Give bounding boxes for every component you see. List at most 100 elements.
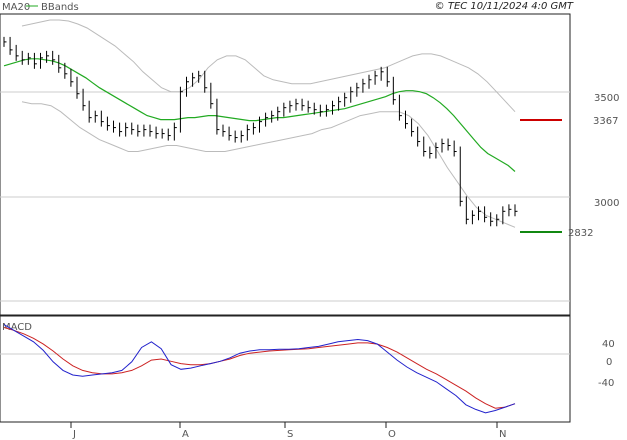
price-bar: [234, 130, 238, 143]
x-tick-label: S: [287, 429, 293, 440]
macd-y-label-40: 40: [602, 339, 615, 350]
macd-lines: [3, 324, 516, 414]
price-bar: [307, 100, 311, 113]
price-bar: [40, 52, 43, 69]
price-bar: [271, 110, 275, 123]
x-axis-ticks: JASON: [70, 422, 506, 440]
x-tick-label: O: [388, 429, 396, 440]
price-bar: [3, 36, 7, 47]
price-bar: [252, 122, 256, 135]
price-bar: [143, 124, 147, 137]
macd-signal-line: [3, 327, 516, 409]
price-bar: [514, 204, 518, 217]
price-bar: [186, 76, 189, 97]
price-bar: [70, 68, 74, 87]
copyright-text: © TEC 10/11/2024 4:0 GMT: [435, 1, 574, 12]
price-bar: [64, 62, 68, 79]
x-tick-label: A: [182, 429, 189, 440]
price-bar: [374, 70, 378, 85]
x-tick-label: N: [499, 429, 506, 440]
macd-panel: [0, 315, 571, 423]
price-bar: [441, 138, 445, 153]
price-bar: [94, 110, 98, 123]
price-bar: [423, 136, 427, 157]
price-bar: [319, 104, 323, 117]
chart-canvas: MA20 BBands © TEC 10/11/2024 4:0 GMT 350…: [0, 1, 619, 440]
price-bar: [15, 44, 19, 61]
price-bar: [429, 146, 433, 159]
price-bar: [447, 138, 451, 151]
price-bar: [113, 120, 116, 133]
price-bar: [161, 128, 165, 139]
price-bar: [259, 116, 262, 133]
price-bars: [3, 36, 518, 227]
macd-y-label-minus40: -40: [598, 378, 614, 389]
price-bar: [368, 74, 372, 89]
price-bar: [192, 72, 196, 87]
price-bar: [100, 110, 104, 127]
price-bar: [295, 98, 299, 111]
price-bar: [362, 78, 366, 93]
price-bar: [490, 212, 494, 227]
price-bar: [265, 112, 269, 127]
price-bar: [125, 122, 129, 137]
price-bar: [210, 82, 214, 109]
price-bar: [471, 210, 475, 225]
price-bar: [350, 86, 354, 103]
price-bar: [173, 122, 177, 141]
price-bar: [46, 50, 50, 63]
price-bar: [301, 98, 305, 111]
legend-ma20: MA20: [2, 2, 30, 13]
price-bar: [131, 122, 135, 135]
price-bar: [228, 126, 232, 141]
price-bar: [484, 206, 488, 223]
price-bar: [106, 116, 110, 131]
price-bar: [240, 130, 244, 143]
price-bar: [246, 124, 250, 141]
price-bar: [502, 206, 506, 225]
ma20-series-line: [3, 58, 516, 172]
price-bar: [204, 70, 208, 93]
price-bar: [338, 96, 342, 111]
price-bar: [88, 100, 92, 123]
price-bar: [277, 106, 281, 121]
price-bar: [179, 86, 183, 133]
price-bar: [392, 76, 396, 105]
resistance-level-label: 3367: [593, 116, 618, 127]
y-label-3000: 3000: [594, 198, 619, 209]
price-bar: [289, 100, 293, 113]
price-bar: [411, 118, 415, 137]
price-bar: [453, 140, 457, 157]
price-bar: [9, 36, 13, 55]
price-bar: [52, 50, 56, 65]
price-bar: [405, 110, 408, 129]
price-bar: [465, 196, 469, 225]
price-bar: [344, 92, 348, 107]
support-level-label: 2832: [568, 228, 593, 239]
bb-lower-line: [21, 101, 516, 228]
price-bar: [21, 50, 25, 65]
y-label-3500: 3500: [594, 93, 619, 104]
x-tick-label: J: [72, 429, 76, 440]
legend-bbands: BBands: [41, 2, 79, 13]
price-bar: [33, 52, 37, 69]
price-bar: [137, 124, 141, 137]
price-bar: [332, 100, 335, 115]
bollinger-bands: [21, 19, 516, 228]
price-bar: [478, 206, 481, 221]
price-bar: [119, 122, 123, 137]
price-panel: [0, 13, 571, 316]
price-bar: [386, 66, 390, 87]
price-bar: [149, 124, 153, 137]
macd-y-label-0: 0: [606, 357, 612, 368]
price-bar: [356, 82, 360, 97]
price-bar: [398, 94, 402, 121]
price-bar: [417, 126, 421, 147]
price-bar: [283, 102, 287, 117]
ma20-line: [3, 58, 516, 172]
price-bar: [508, 204, 512, 217]
bb-upper-line: [21, 19, 516, 113]
price-bar: [155, 126, 159, 139]
macd-main-line: [3, 324, 516, 414]
price-bar: [380, 66, 384, 81]
